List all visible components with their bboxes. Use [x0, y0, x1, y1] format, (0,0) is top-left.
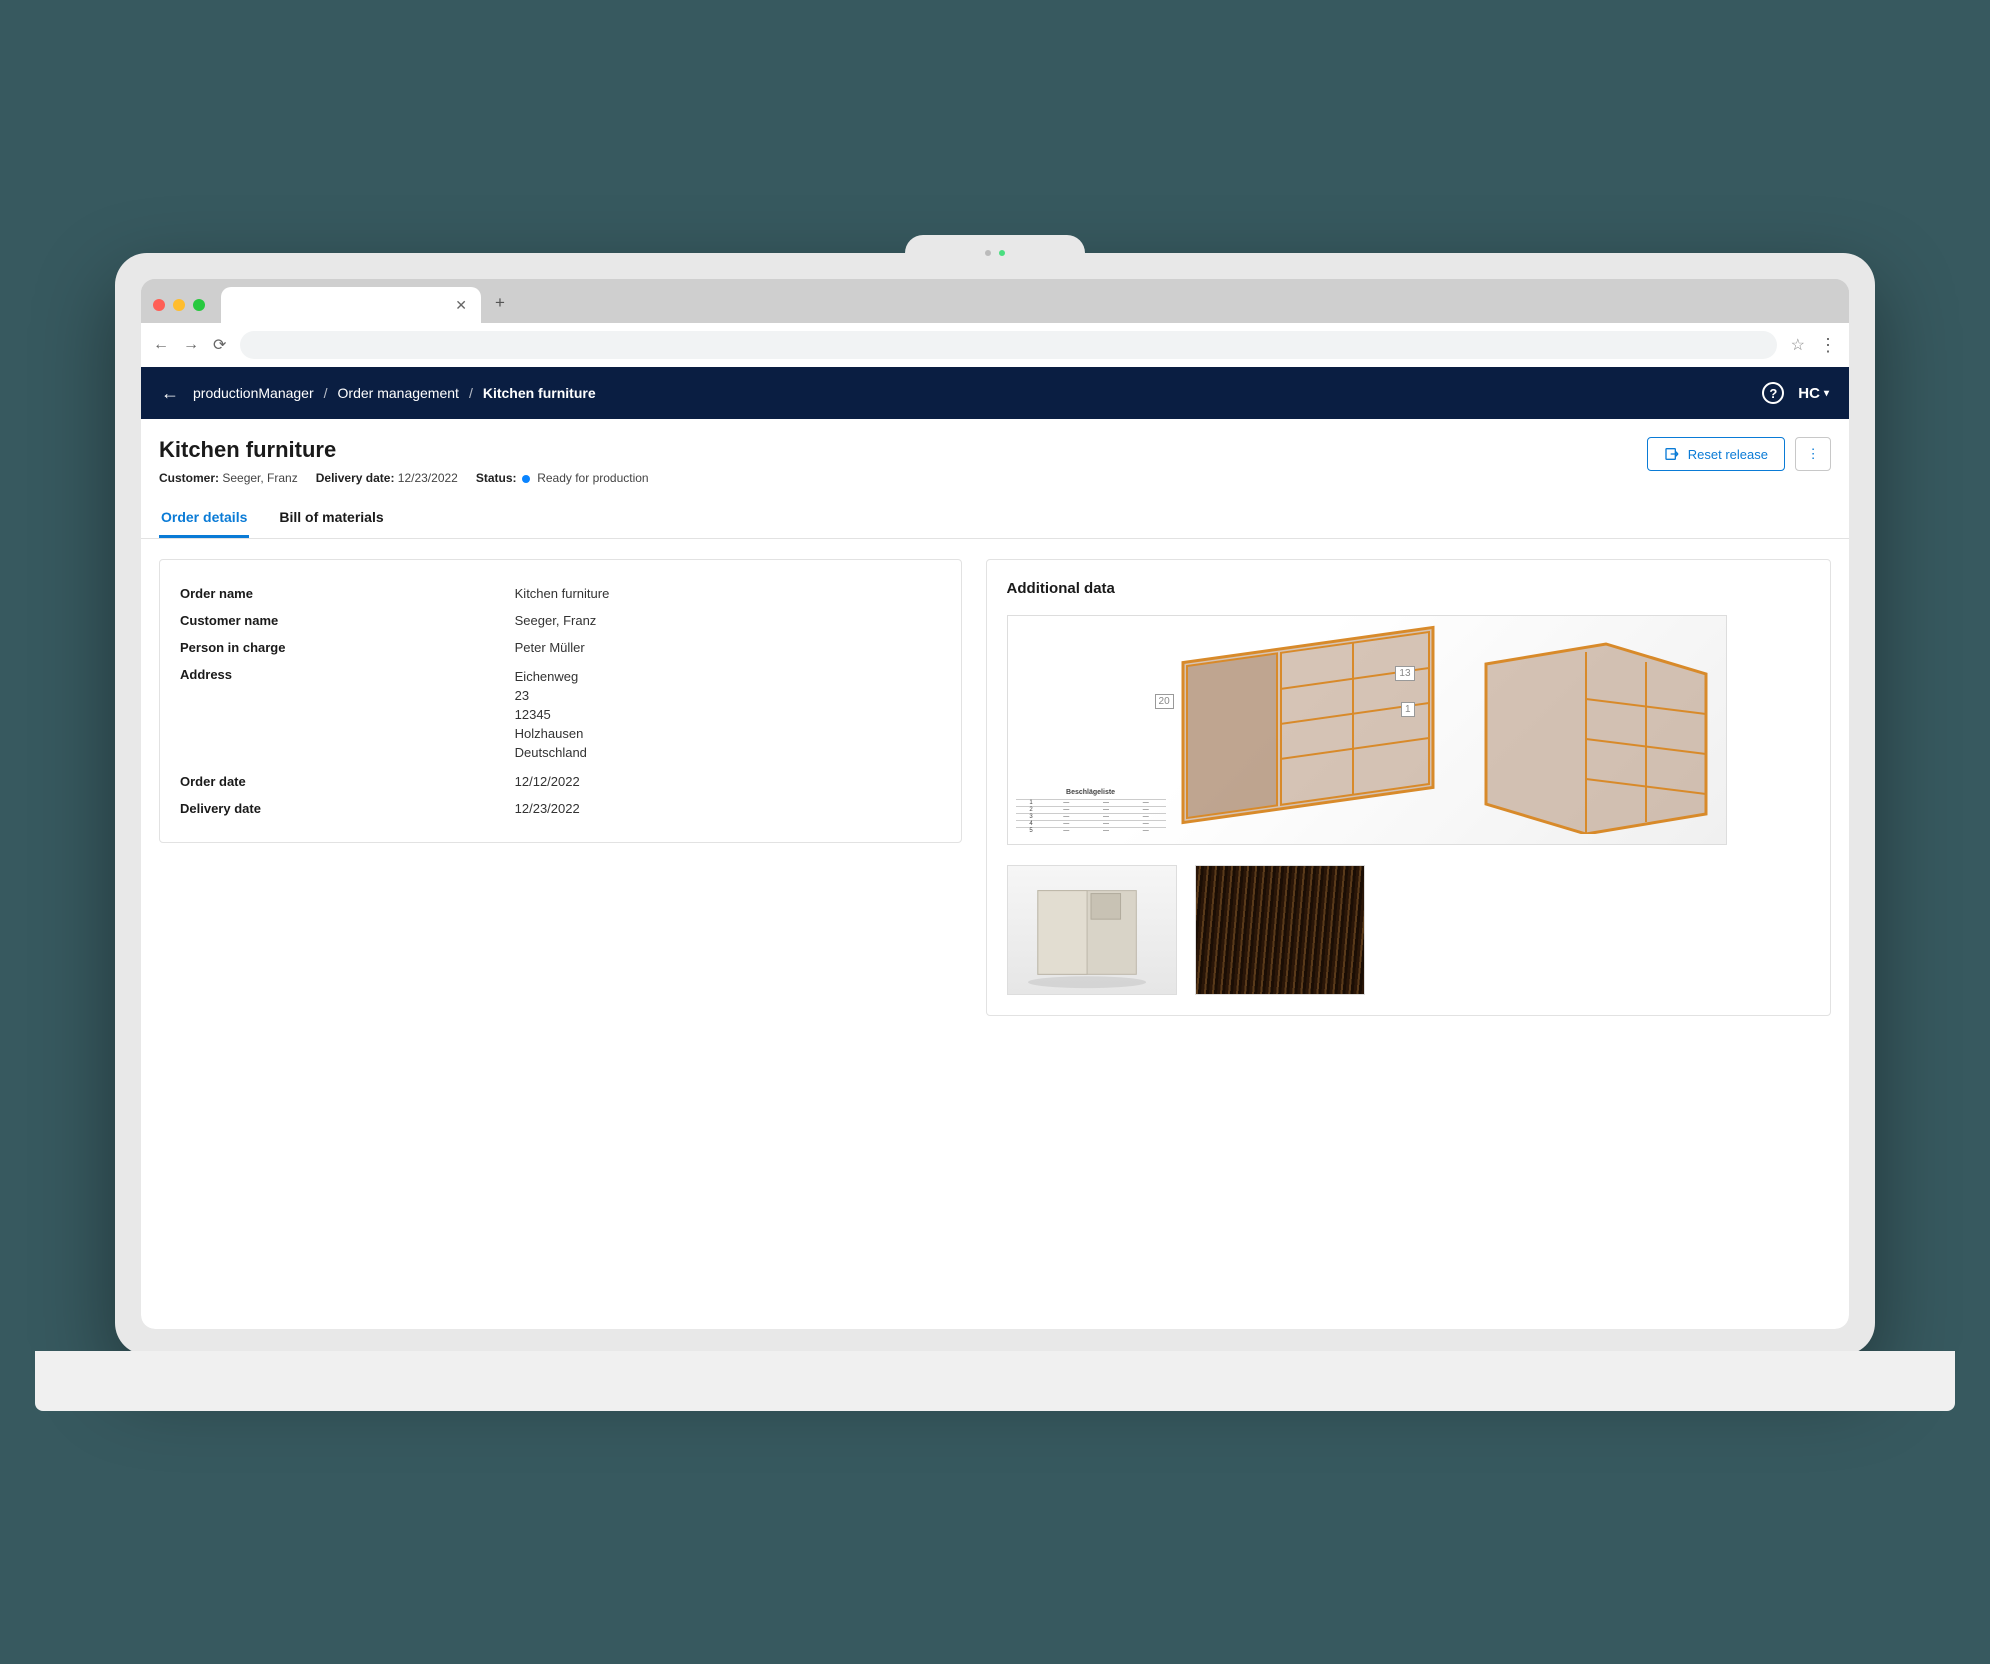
- meta-status-label: Status:: [476, 471, 517, 485]
- additional-data-card: Additional data Beschlägeliste 1———: [986, 559, 1831, 1016]
- window-controls: [153, 299, 205, 311]
- address-input[interactable]: [240, 331, 1776, 359]
- kebab-menu-icon: ⋮: [1806, 446, 1819, 462]
- dimension-label: 1: [1401, 702, 1415, 717]
- detail-label: Delivery date: [180, 801, 515, 816]
- attachment-thumbnail[interactable]: Beschlägeliste 1——— 2——— 3——— 4——— 5———: [1007, 615, 1727, 845]
- breadcrumb-current: Kitchen furniture: [483, 385, 596, 401]
- help-icon[interactable]: ?: [1762, 382, 1784, 404]
- detail-value: 12/12/2022: [515, 774, 580, 789]
- reload-icon[interactable]: ⟳: [213, 335, 226, 355]
- close-window-icon[interactable]: [153, 299, 165, 311]
- reset-release-label: Reset release: [1688, 447, 1768, 462]
- breadcrumb-app[interactable]: productionManager: [193, 385, 314, 401]
- app-header: ← productionManager / Order management /…: [141, 367, 1849, 419]
- laptop-base: [35, 1351, 1955, 1411]
- detail-label: Person in charge: [180, 640, 515, 655]
- meta-row: Customer: Seeger, Franz Delivery date: 1…: [159, 471, 649, 485]
- browser-menu-icon[interactable]: ⋮: [1819, 335, 1837, 356]
- minimize-window-icon[interactable]: [173, 299, 185, 311]
- meta-delivery-value: 12/23/2022: [398, 471, 458, 485]
- camera-dot-icon: [985, 250, 991, 256]
- spec-table: 1——— 2——— 3——— 4——— 5———: [1016, 799, 1166, 834]
- attachment-thumbnail[interactable]: [1007, 865, 1177, 995]
- breadcrumb-section[interactable]: Order management: [338, 385, 459, 401]
- brand-logo[interactable]: HC ▾: [1798, 385, 1829, 402]
- detail-value: Seeger, Franz: [515, 613, 597, 628]
- app-back-icon[interactable]: ←: [161, 383, 179, 404]
- order-details-card: Order name Kitchen furniture Customer na…: [159, 559, 962, 843]
- detail-label: Address: [180, 667, 515, 762]
- more-actions-button[interactable]: ⋮: [1795, 437, 1831, 471]
- cabinet-render-icon: [1008, 866, 1176, 994]
- status-dot-icon: [522, 475, 530, 483]
- address-line: Holzhausen: [515, 724, 587, 743]
- spec-sheet: Beschlägeliste 1——— 2——— 3——— 4——— 5———: [1016, 789, 1166, 834]
- meta-status-value: Ready for production: [537, 471, 648, 485]
- detail-value: Peter Müller: [515, 640, 585, 655]
- tab-bill-of-materials[interactable]: Bill of materials: [277, 499, 385, 538]
- laptop-mockup: ✕ + ← → ⟳ ☆ ⋮ ← productionManag: [115, 253, 1875, 1411]
- spec-title: Beschlägeliste: [1016, 789, 1166, 796]
- detail-value: 12/23/2022: [515, 801, 580, 816]
- address-line: Deutschland: [515, 743, 587, 762]
- logo-text: HC: [1798, 385, 1820, 402]
- detail-value: Kitchen furniture: [515, 586, 610, 601]
- address-line: 23: [515, 686, 587, 705]
- tab-order-details[interactable]: Order details: [159, 499, 249, 538]
- address-line: 12345: [515, 705, 587, 724]
- dimension-label: 13: [1395, 666, 1414, 681]
- page-title: Kitchen furniture: [159, 437, 649, 463]
- wardrobe-drawing-iso: [1476, 624, 1716, 834]
- close-tab-icon[interactable]: ✕: [455, 297, 467, 314]
- camera-led-icon: [999, 250, 1005, 256]
- meta-delivery-label: Delivery date:: [316, 471, 395, 485]
- browser-toolbar: ← → ⟳ ☆ ⋮: [141, 323, 1849, 367]
- meta-customer-label: Customer:: [159, 471, 219, 485]
- chevron-down-icon: ▾: [1824, 388, 1829, 399]
- attachment-thumbnail[interactable]: [1195, 865, 1365, 995]
- back-icon[interactable]: ←: [153, 336, 169, 354]
- breadcrumb: productionManager / Order management / K…: [193, 385, 596, 401]
- detail-label: Order name: [180, 586, 515, 601]
- breadcrumb-separator: /: [324, 385, 328, 401]
- dimension-label: 20: [1155, 694, 1174, 709]
- app-viewport: ← productionManager / Order management /…: [141, 367, 1849, 1329]
- detail-label: Customer name: [180, 613, 515, 628]
- maximize-window-icon[interactable]: [193, 299, 205, 311]
- new-tab-button[interactable]: +: [495, 293, 505, 313]
- detail-label: Order date: [180, 774, 515, 789]
- breadcrumb-separator: /: [469, 385, 473, 401]
- browser-tab[interactable]: ✕: [221, 287, 481, 323]
- reset-icon: [1664, 446, 1680, 462]
- forward-icon[interactable]: →: [183, 336, 199, 354]
- browser-tab-strip: ✕ +: [141, 279, 1849, 323]
- wardrobe-drawing-front: 20 13 1: [1173, 624, 1453, 834]
- laptop-notch: [905, 235, 1085, 271]
- reset-release-button[interactable]: Reset release: [1647, 437, 1785, 471]
- additional-data-title: Additional data: [1007, 580, 1810, 597]
- meta-customer-value: Seeger, Franz: [222, 471, 297, 485]
- tabs-row: Order details Bill of materials: [141, 485, 1849, 539]
- address-line: Eichenweg: [515, 667, 587, 686]
- bookmark-icon[interactable]: ☆: [1791, 335, 1805, 355]
